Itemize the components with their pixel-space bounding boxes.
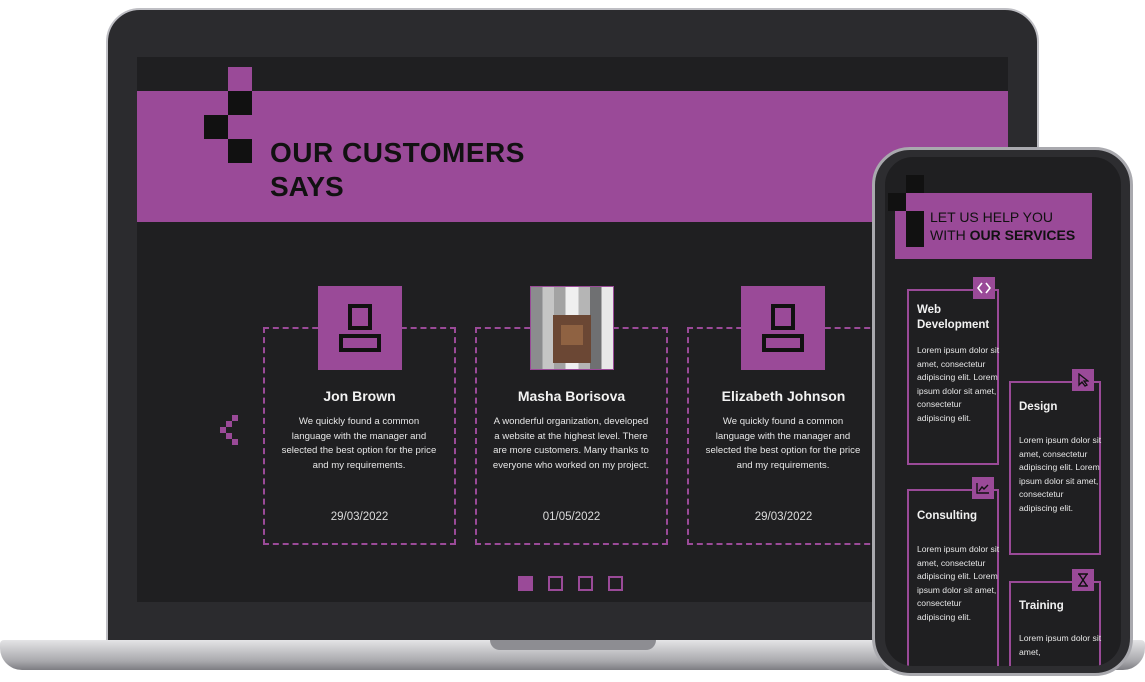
hourglass-icon [1072,569,1094,591]
service-name: Web Development [917,304,990,331]
service-name: Consulting [917,510,978,522]
chevron-left-icon[interactable] [220,415,240,447]
testimonial-text: We quickly found a common language with … [281,416,437,471]
carousel-dot[interactable] [578,576,593,591]
section-title: OUR CUSTOMERS [270,137,525,168]
services-title-line2: WITH OUR SERVICES [930,227,1076,243]
avatar [530,286,614,370]
user-icon [318,286,402,370]
testimonial-name: Jon Brown [323,388,396,404]
service-text: Lorem ipsum dolor sit amet, consectetur … [917,345,1000,423]
service-text: Lorem ipsum dolor sit amet, consectetur … [1019,435,1102,513]
chart-icon [972,477,994,499]
service-text: Lorem ipsum dolor sit amet, [1019,633,1102,657]
phone-screen: LET US HELP YOU WITH OUR SERVICES Web De… [885,157,1121,666]
user-icon [741,286,825,370]
code-icon [973,277,995,299]
testimonial-text: We quickly found a common language with … [705,416,861,471]
services-banner [895,193,1092,259]
carousel-dot[interactable] [518,576,533,591]
testimonial-date: 01/05/2022 [542,511,601,523]
section-subtitle: SAYS [270,171,344,202]
laptop-notch [490,640,656,650]
testimonial-date: 29/03/2022 [330,511,389,523]
cursor-icon [1072,369,1094,391]
service-name: Training [1019,600,1064,612]
testimonial-date: 29/03/2022 [754,511,813,523]
testimonial-name: Elizabeth Johnson [721,388,846,404]
carousel-dot[interactable] [548,576,563,591]
service-name: Design [1019,401,1058,413]
testimonial-name: Masha Borisova [517,388,626,404]
testimonial-text: A wonderful organization, developed a we… [492,416,650,471]
service-text: Lorem ipsum dolor sit amet, consectetur … [917,544,1000,622]
services-title-line1: LET US HELP YOU [930,209,1053,225]
carousel-dot[interactable] [608,576,623,591]
